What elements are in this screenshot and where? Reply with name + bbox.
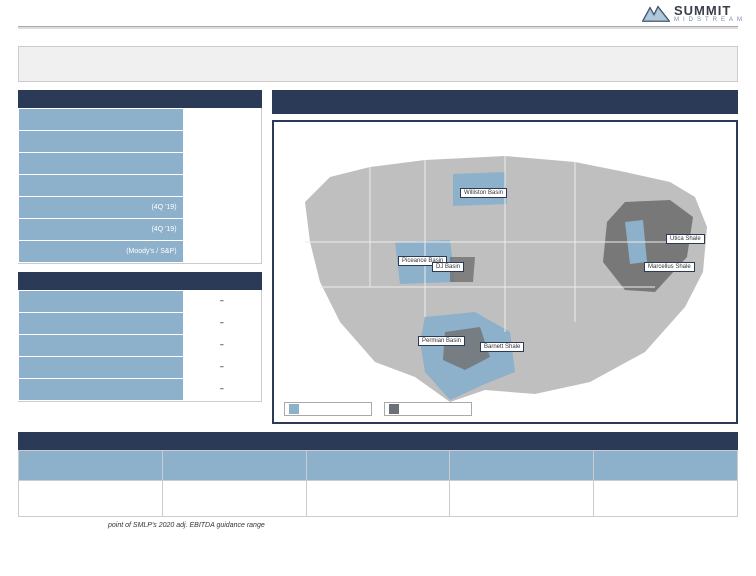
row-label [19,379,184,401]
region-label-dj: DJ Basin [432,262,464,272]
table-row: (Moody's / S&P) [19,241,261,263]
brand-name: SUMMIT [674,4,746,17]
row-value [183,109,260,131]
cell [450,481,594,517]
row-value: – [183,357,260,379]
row-label: (4Q '19) [19,219,184,241]
overview-panel: (4Q '19) (4Q '19) (Moody's / S&P) [18,90,262,264]
col-header [306,451,450,481]
col-header [162,451,306,481]
legend-swatch-icon [389,404,399,414]
row-value [183,219,260,241]
row-label [19,313,184,335]
table-row [19,131,261,153]
row-label [19,291,184,313]
footnote: point of SMLP's 2020 adj. EBITDA guidanc… [108,522,265,529]
row-label: (4Q '19) [19,197,184,219]
region-label-barnett: Barnett Shale [480,342,524,352]
region-label-utica: Utica Shale [666,234,705,244]
row-label [19,175,184,197]
table-row [19,175,261,197]
logo-mark-icon [642,5,670,23]
table-row: (4Q '19) [19,219,261,241]
table-row: (4Q '19) [19,197,261,219]
table-row: – [19,379,261,401]
row-value [183,153,260,175]
table-row: – [19,335,261,357]
header-rule [18,26,738,29]
row-value: – [183,379,260,401]
row-value [183,241,260,263]
table-row: – [19,313,261,335]
legend-item [284,402,372,416]
col-header [450,451,594,481]
cell [306,481,450,517]
cell [19,481,163,517]
row-value [183,175,260,197]
cell [162,481,306,517]
guidance-panel-header [18,272,262,290]
row-value: – [183,313,260,335]
table-row [19,451,738,481]
brand-subname: MIDSTREAM [674,17,746,23]
page-title [19,47,737,63]
region-label-permian: Permian Basin [418,336,465,346]
asset-map-panel: Williston Basin Piceance Basin DJ Basin … [272,90,738,424]
table-row: – [19,291,261,313]
segment-table-header [18,432,738,450]
brand-logo: SUMMIT MIDSTREAM [642,4,746,23]
table-row [19,481,738,517]
overview-panel-header [18,90,262,108]
legend-item [384,402,472,416]
row-value: – [183,335,260,357]
row-label [19,357,184,379]
table-row [19,109,261,131]
segment-table [18,432,738,517]
legend-swatch-icon [289,404,299,414]
row-label: (Moody's / S&P) [19,241,184,263]
row-value [183,197,260,219]
region-label-marcellus: Marcellus Shale [644,262,695,272]
asset-map-header [272,90,738,114]
table-row [19,153,261,175]
cell [594,481,738,517]
row-value: – [183,291,260,313]
row-label [19,335,184,357]
row-label [19,153,184,175]
col-header [19,451,163,481]
guidance-panel: – – – – – [18,272,262,402]
map-legend [284,402,472,416]
region-label-williston: Williston Basin [460,188,507,198]
row-label [19,131,184,153]
page-title-bar [18,46,738,82]
row-label [19,109,184,131]
table-row: – [19,357,261,379]
row-value [183,131,260,153]
col-header [594,451,738,481]
us-map: Williston Basin Piceance Basin DJ Basin … [272,120,738,424]
